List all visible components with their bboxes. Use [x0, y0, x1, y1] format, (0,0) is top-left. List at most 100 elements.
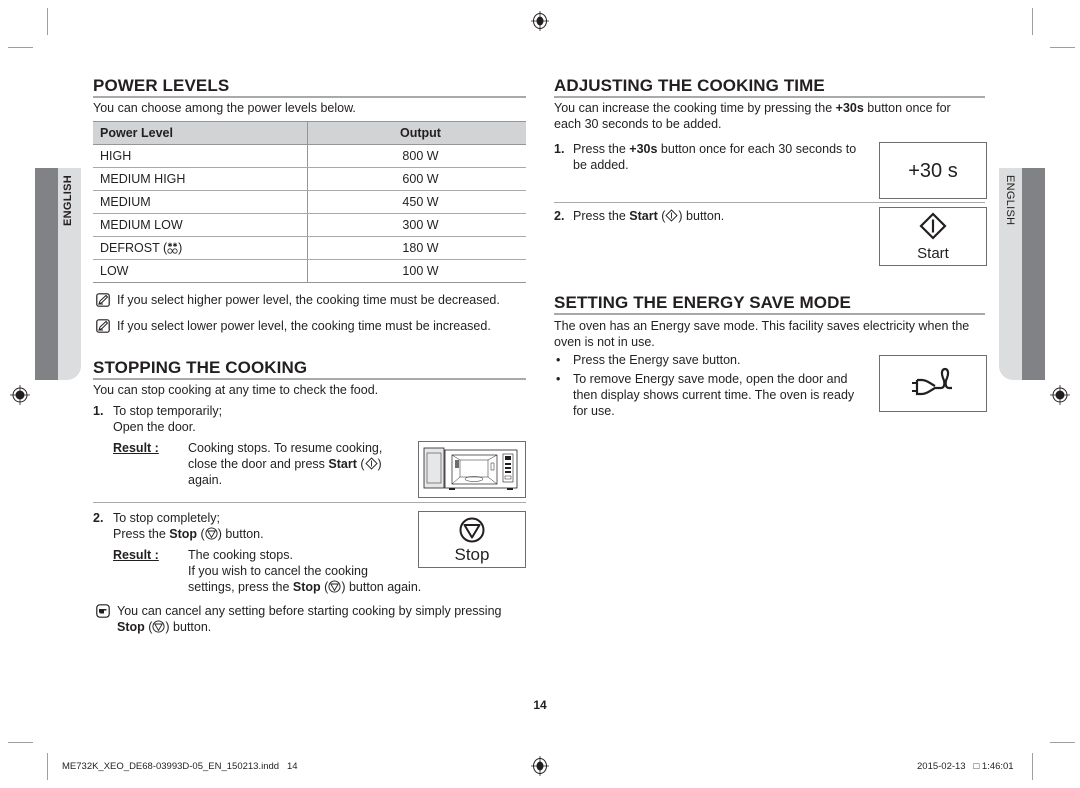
- stopping-intro: You can stop cooking at any time to chec…: [93, 383, 379, 397]
- text: settings, press the: [188, 580, 293, 594]
- start-label: Start: [328, 457, 357, 471]
- start-symbol-icon: [364, 457, 378, 470]
- table-row: LOW 100 W: [93, 259, 526, 283]
- start-button-illustration: Start: [879, 207, 987, 266]
- bullet-dot: •: [556, 353, 561, 367]
- power-level-cell: LOW: [93, 259, 308, 283]
- start-symbol-icon: [919, 212, 947, 240]
- hand-pointer-icon: [96, 604, 110, 618]
- step-text: Press the +30s button once for each 30 s…: [573, 141, 856, 157]
- energy-save-intro: The oven has an Energy save mode. This f…: [554, 319, 970, 333]
- side-tab-right: ENGLISH: [999, 168, 1045, 380]
- output-cell: 600 W: [307, 167, 526, 191]
- energy-save-button-illustration: [879, 355, 987, 412]
- text: Press the: [113, 527, 170, 541]
- text: You can increase the cooking time by pre…: [554, 101, 836, 115]
- crop-mark: [47, 753, 48, 780]
- result-text: close the door and press Start (): [188, 456, 382, 472]
- step-number: 2.: [93, 511, 104, 525]
- tip-text: Stop ( ) button.: [117, 619, 211, 635]
- divider: [554, 202, 985, 203]
- microwave-door-open-illustration: [418, 441, 526, 498]
- bullet-text: Press the Energy save button.: [573, 353, 741, 367]
- adjusting-intro: each 30 seconds to be added.: [554, 117, 722, 131]
- note-text: If you select lower power level, the coo…: [117, 319, 491, 333]
- step-number: 1.: [93, 404, 104, 418]
- text: ) button.: [678, 209, 725, 223]
- stop-symbol-icon: [459, 517, 485, 543]
- result-label: Result :: [113, 441, 159, 455]
- registration-mark-icon: [531, 756, 549, 776]
- stop-button-label: Stop: [454, 545, 490, 564]
- side-tab-left: ENGLISH: [35, 168, 81, 380]
- result-text: settings, press the Stop () button again…: [188, 579, 421, 595]
- page-number: 14: [533, 698, 547, 712]
- bullet-text: for use.: [573, 404, 615, 418]
- plus30s-button-illustration: +30 s: [879, 142, 987, 199]
- plus30s-label: +30s: [629, 142, 658, 156]
- section-heading-energy-save: SETTING THE ENERGY SAVE MODE: [554, 294, 985, 315]
- stop-label: Stop: [117, 620, 145, 634]
- text: (: [320, 580, 329, 594]
- text: Press the: [573, 209, 630, 223]
- side-tab-label: ENGLISH: [62, 175, 74, 226]
- step-number: 1.: [554, 142, 565, 156]
- result-text: If you wish to cancel the cooking: [188, 564, 368, 578]
- section-heading-stopping: STOPPING THE COOKING: [93, 359, 526, 380]
- tip-text: You can cancel any setting before starti…: [117, 604, 502, 618]
- stop-button-illustration: Stop: [418, 511, 526, 568]
- divider: [93, 502, 526, 503]
- step-text: Press the Stop () button.: [113, 526, 264, 542]
- power-level-cell: MEDIUM HIGH: [93, 167, 308, 191]
- crop-mark: [1032, 753, 1033, 780]
- text: (: [144, 620, 153, 634]
- start-label: Start: [629, 209, 658, 223]
- note-icon: [96, 293, 110, 307]
- power-level-text-suffix: ): [178, 241, 183, 255]
- registration-mark-icon: [1050, 385, 1070, 405]
- step-text: To stop temporarily;: [113, 404, 223, 418]
- note-text: If you select higher power level, the co…: [117, 293, 500, 307]
- start-button-label: Start: [917, 245, 949, 262]
- power-level-cell: HIGH: [93, 144, 308, 168]
- defrost-icon: ✱✱: [167, 242, 178, 254]
- result-text: Cooking stops. To resume cooking,: [188, 441, 383, 455]
- step-number: 2.: [554, 209, 565, 223]
- bullet-text: To remove Energy save mode, open the doo…: [573, 372, 848, 386]
- power-level-table: Power Level Output HIGH 800 W MEDIUM HIG…: [93, 121, 526, 283]
- text: ) button.: [165, 620, 212, 634]
- output-cell: 300 W: [307, 213, 526, 237]
- table-row: MEDIUM 450 W: [93, 190, 526, 214]
- power-level-text: DEFROST (: [100, 241, 168, 255]
- power-level-cell: DEFROST (✱✱): [93, 236, 308, 260]
- text: (: [356, 457, 365, 471]
- crop-mark: [8, 742, 33, 743]
- svg-text:✱✱: ✱✱: [168, 242, 178, 249]
- registration-mark-icon: [531, 11, 549, 31]
- text: ) button again.: [341, 580, 422, 594]
- registration-mark-icon: [10, 385, 30, 405]
- stop-symbol-icon: [152, 620, 165, 633]
- energy-save-intro: oven is not in use.: [554, 335, 655, 349]
- text: (: [197, 527, 205, 541]
- crop-mark: [8, 47, 33, 48]
- footer-filename: ME732K_XEO_DE68-03993D-05_EN_150213.indd…: [62, 761, 298, 772]
- bullet-text: then display shows current time. The ove…: [573, 388, 855, 402]
- step-text: be added.: [573, 158, 629, 172]
- step-text: To stop completely;: [113, 511, 220, 525]
- table-row: MEDIUM LOW 300 W: [93, 213, 526, 237]
- side-tab-label: ENGLISH: [1004, 175, 1016, 226]
- note-icon: [96, 319, 110, 333]
- column-header-output: Output: [307, 121, 526, 145]
- crop-mark: [47, 8, 48, 35]
- text: Press the: [573, 142, 630, 156]
- power-levels-intro: You can choose among the power levels be…: [93, 101, 356, 115]
- power-level-cell: MEDIUM LOW: [93, 213, 308, 237]
- column-header-power-level: Power Level: [93, 121, 308, 145]
- stop-label: Stop: [169, 527, 198, 541]
- text: button once for each 30 seconds to: [657, 142, 857, 156]
- plus30s-button-label: +30 s: [908, 160, 958, 182]
- table-row: DEFROST (✱✱) 180 W: [93, 236, 526, 260]
- start-symbol-icon: [665, 209, 679, 222]
- section-heading-power-levels: POWER LEVELS: [93, 77, 526, 98]
